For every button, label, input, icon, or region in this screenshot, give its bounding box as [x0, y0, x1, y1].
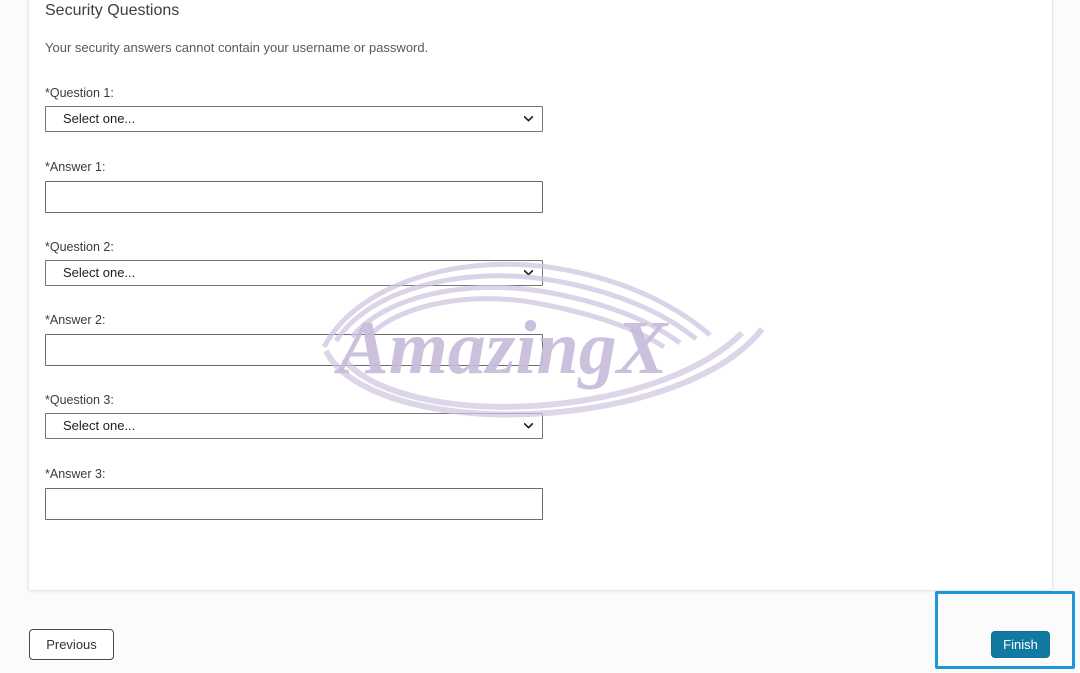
finish-button[interactable]: Finish [991, 631, 1050, 658]
question-3-select[interactable]: Select one... [45, 413, 543, 439]
field-label-answer-1: *Answer 1: [45, 160, 106, 174]
card-content: Security Questions Your security answers… [45, 1, 1036, 590]
page-root: Security Questions Your security answers… [0, 0, 1080, 673]
field-answer-3: *Answer 3: [45, 466, 1036, 520]
question-1-select[interactable]: Select one... [45, 106, 543, 132]
answer-2-input-wrap[interactable] [45, 334, 543, 366]
question-1-select-box[interactable]: Select one... [45, 106, 543, 132]
question-2-select-box[interactable]: Select one... [45, 260, 543, 286]
question-3-selected-value: Select one... [63, 418, 136, 433]
page-title: Security Questions [45, 2, 180, 19]
field-label-answer-3: *Answer 3: [45, 467, 106, 481]
question-2-select[interactable]: Select one... [45, 260, 543, 286]
chevron-down-icon [523, 114, 533, 124]
chevron-down-icon [523, 268, 533, 278]
previous-button[interactable]: Previous [29, 629, 114, 660]
security-questions-card: Security Questions Your security answers… [28, 0, 1053, 591]
answer-1-input[interactable] [46, 182, 542, 212]
field-answer-1: *Answer 1: [45, 159, 1036, 213]
question-2-selected-value: Select one... [63, 265, 136, 280]
section-description: Your security answers cannot contain you… [45, 40, 429, 55]
field-answer-2: *Answer 2: [45, 312, 1036, 366]
field-question-3: *Question 3: Select one... [45, 392, 1036, 439]
field-question-2: *Question 2: Select one... [45, 239, 1036, 286]
answer-3-input[interactable] [46, 489, 542, 519]
question-1-selected-value: Select one... [63, 111, 136, 126]
field-label-question-1: *Question 1: [45, 86, 114, 100]
field-label-answer-2: *Answer 2: [45, 313, 106, 327]
answer-1-input-wrap[interactable] [45, 181, 543, 213]
field-question-1: *Question 1: Select one... [45, 85, 1036, 132]
question-3-select-box[interactable]: Select one... [45, 413, 543, 439]
chevron-down-icon [523, 421, 533, 431]
answer-3-input-wrap[interactable] [45, 488, 543, 520]
field-label-question-3: *Question 3: [45, 393, 114, 407]
field-label-question-2: *Question 2: [45, 240, 114, 254]
answer-2-input[interactable] [46, 335, 542, 365]
